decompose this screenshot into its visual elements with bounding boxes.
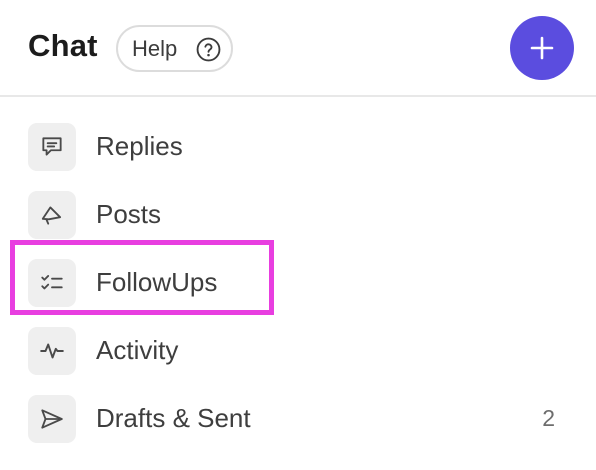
help-button-label: Help <box>132 35 178 61</box>
new-chat-button[interactable] <box>510 16 574 80</box>
nav-item-label: Drafts & Sent <box>96 403 251 433</box>
nav-icon-box <box>28 191 76 239</box>
megaphone-icon <box>41 206 62 225</box>
nav-icon-box <box>28 123 76 171</box>
page-title: Chat <box>28 28 98 63</box>
nav-item-replies[interactable]: Replies <box>0 113 596 181</box>
nav-item-label: Replies <box>96 131 183 161</box>
paper-plane-icon <box>41 409 63 429</box>
nav-item-label: Activity <box>96 335 179 365</box>
chat-header: Chat Help <box>0 0 596 97</box>
nav-item-followups[interactable]: FollowUps <box>0 249 596 317</box>
nav-item-activity[interactable]: Activity <box>0 317 596 385</box>
nav-icon-box <box>28 395 76 443</box>
nav-item-count: 2 <box>542 405 555 431</box>
nav-item-label: Posts <box>96 199 162 229</box>
help-button[interactable]: Help <box>116 25 233 72</box>
nav-item-label: FollowUps <box>96 267 218 297</box>
nav-icon-box <box>28 327 76 375</box>
pulse-icon <box>40 343 64 359</box>
nav-icon-box <box>28 259 76 307</box>
plus-icon <box>530 36 554 60</box>
checklist-icon <box>41 275 63 290</box>
nav-item-drafts-sent[interactable]: Drafts & Sent 2 <box>0 385 596 453</box>
speech-bubble-icon <box>42 137 62 156</box>
nav-item-posts[interactable]: Posts <box>0 181 596 249</box>
question-circle-icon <box>196 37 221 62</box>
